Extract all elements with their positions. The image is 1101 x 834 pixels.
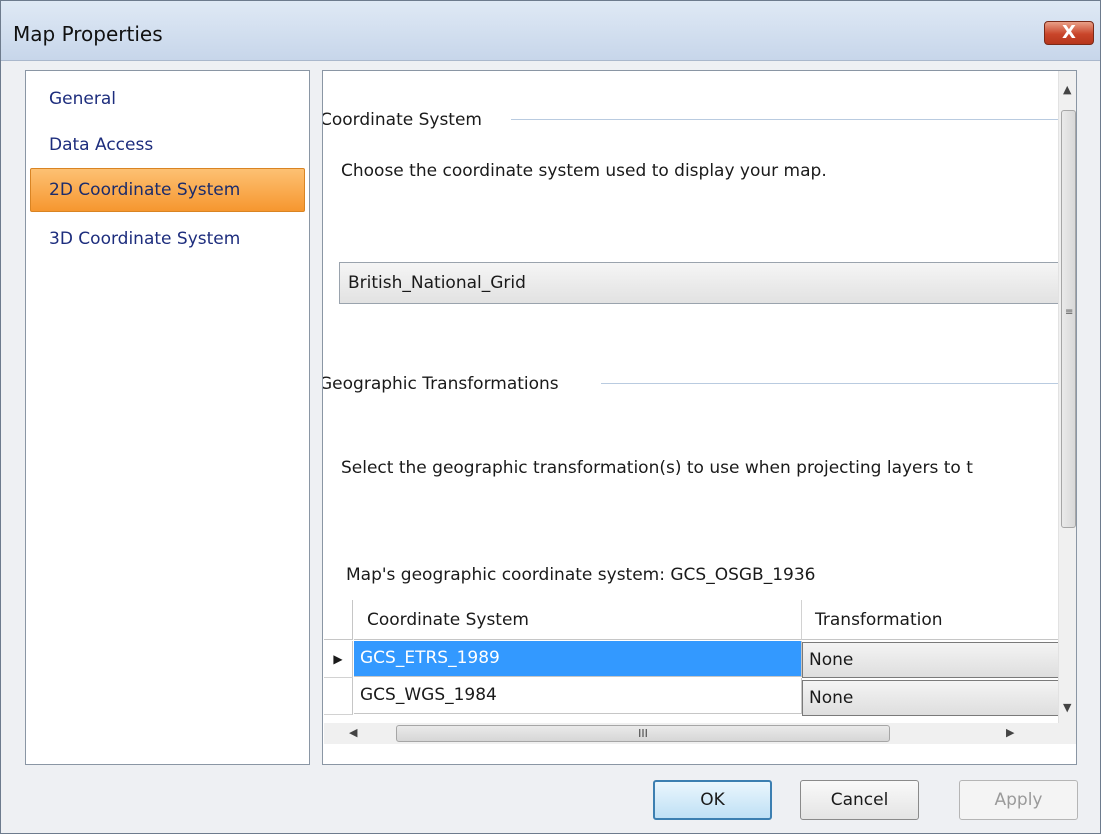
scroll-left-icon[interactable]: ◀ (349, 726, 357, 739)
section-divider (511, 119, 1058, 120)
horizontal-scrollbar[interactable]: ◀ III ▶ (324, 723, 1058, 744)
scroll-corner (1058, 723, 1076, 744)
geographic-transformations-description: Select the geographic transformation(s) … (341, 458, 973, 478)
apply-button[interactable]: Apply (959, 780, 1078, 820)
coordinate-system-value: British_National_Grid (348, 273, 526, 293)
transformation-value: None (809, 688, 854, 708)
grid-corner-cell (324, 600, 353, 640)
transformation-value: None (809, 650, 854, 670)
grip-icon: III (638, 727, 648, 740)
nav-item-3d-coordinate-system[interactable]: 3D Coordinate System (49, 229, 240, 249)
row-header[interactable] (324, 678, 353, 715)
horizontal-scroll-thumb[interactable]: III (396, 725, 890, 742)
transformations-grid: Coordinate System Transformation ▶ GCS_E… (324, 600, 1072, 720)
nav-item-data-access[interactable]: Data Access (49, 135, 153, 155)
nav-panel: General Data Access 2D Coordinate System… (25, 70, 310, 765)
scroll-right-icon[interactable]: ▶ (1006, 726, 1014, 739)
scroll-down-icon[interactable]: ▼ (1063, 701, 1071, 714)
row-pointer-icon: ▶ (333, 652, 343, 666)
transformation-combo[interactable]: None (802, 680, 1072, 716)
map-properties-dialog: Map Properties X General Data Access 2D … (0, 0, 1101, 834)
nav-item-general[interactable]: General (49, 89, 116, 109)
column-header-coordinate-system[interactable]: Coordinate System (354, 600, 802, 640)
close-icon: X (1062, 22, 1076, 43)
ok-button[interactable]: OK (653, 780, 772, 820)
map-gcs-label: Map's geographic coordinate system: GCS_… (346, 565, 816, 585)
table-row-cell-coordinate-system[interactable]: GCS_ETRS_1989 (354, 641, 802, 677)
title-bar: Map Properties X (1, 1, 1100, 61)
content-panel: Coordinate System Choose the coordinate … (322, 70, 1077, 765)
coordinate-system-dropdown[interactable]: British_National_Grid (339, 262, 1061, 304)
transformation-combo[interactable]: None (802, 642, 1072, 678)
section-divider (601, 383, 1058, 384)
vertical-scroll-thumb[interactable]: ≡ (1061, 110, 1076, 528)
coordinate-system-description: Choose the coordinate system used to dis… (341, 161, 827, 181)
geographic-transformations-section-title: Geographic Transformations (322, 374, 559, 394)
vertical-scrollbar[interactable]: ▲ ≡ ▼ (1058, 71, 1076, 735)
table-row-cell-coordinate-system[interactable]: GCS_WGS_1984 (354, 678, 802, 714)
cancel-button[interactable]: Cancel (800, 780, 919, 820)
grip-icon: ≡ (1065, 307, 1074, 318)
coordinate-system-section-title: Coordinate System (322, 110, 482, 130)
nav-item-2d-coordinate-system[interactable]: 2D Coordinate System (30, 168, 305, 212)
column-header-transformation[interactable]: Transformation (802, 600, 1062, 640)
row-header[interactable]: ▶ (324, 641, 353, 678)
scroll-up-icon[interactable]: ▲ (1063, 83, 1071, 96)
close-button[interactable]: X (1044, 21, 1094, 45)
dialog-title: Map Properties (13, 22, 163, 46)
